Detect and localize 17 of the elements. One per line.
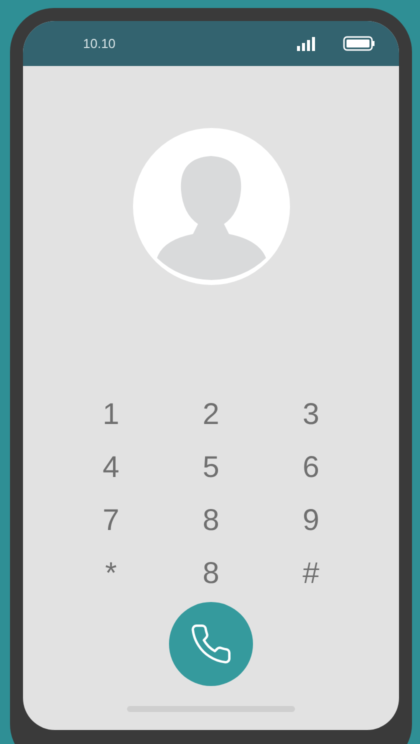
dial-key[interactable]: 9 (261, 501, 361, 539)
dial-key[interactable]: 7 (61, 501, 161, 539)
dial-key[interactable]: # (261, 554, 361, 592)
dial-key[interactable]: 3 (261, 395, 361, 433)
dial-key[interactable]: * (61, 554, 161, 592)
status-time: 10.10 (83, 34, 117, 53)
avatar-silhouette-icon (132, 128, 290, 285)
phone-icon (189, 622, 233, 666)
dial-key[interactable]: 6 (261, 448, 361, 486)
dial-key[interactable]: 2 (161, 395, 261, 433)
dial-key[interactable]: 4 (61, 448, 161, 486)
dial-key[interactable]: 5 (161, 448, 261, 486)
dial-key[interactable]: 1 (61, 395, 161, 433)
dial-key[interactable]: 8 (161, 554, 261, 592)
battery-icon (343, 36, 375, 51)
dial-key[interactable]: 8 (161, 501, 261, 539)
signal-icon (297, 36, 315, 50)
